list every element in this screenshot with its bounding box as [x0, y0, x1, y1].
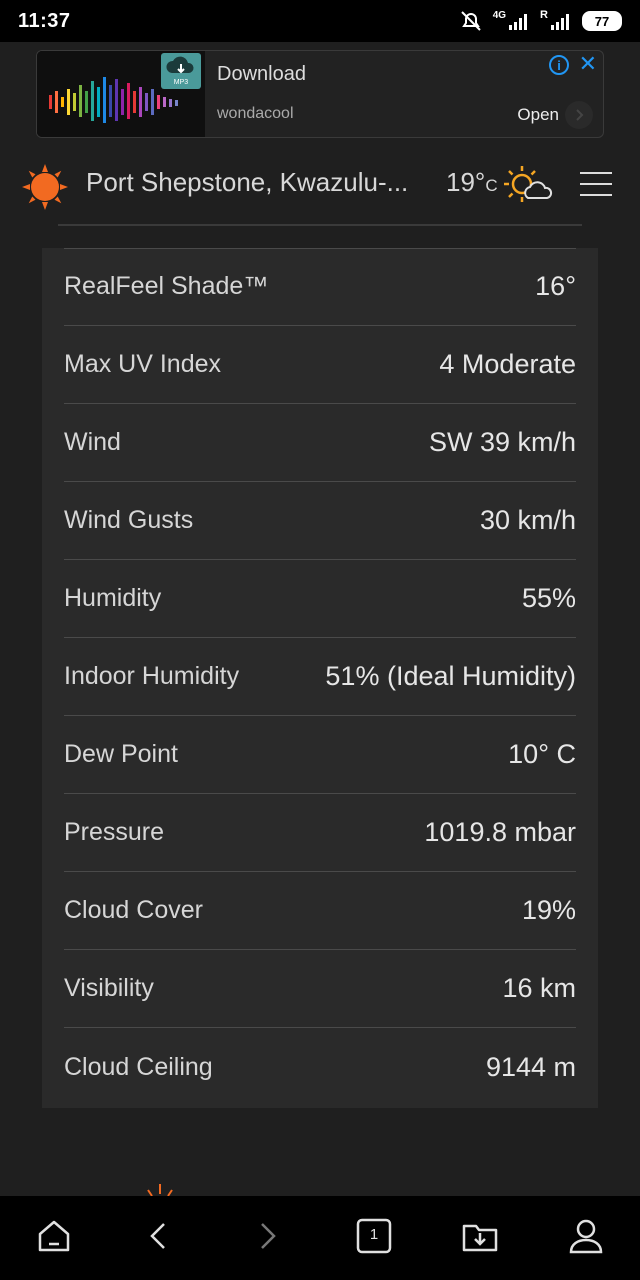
profile-icon[interactable]: [566, 1216, 606, 1256]
roaming-label: R: [540, 9, 548, 21]
tabs-button[interactable]: 1: [354, 1216, 394, 1256]
ad-info-glyph: i: [557, 57, 561, 73]
temperature-value: 19°: [446, 167, 486, 197]
location-name[interactable]: Port Shepstone, Kwazulu-...: [86, 167, 408, 198]
detail-row-realfeel-shade: RealFeel Shade™ 16°: [64, 248, 576, 326]
battery-level: 77: [594, 13, 610, 29]
alarm-off-icon: [460, 11, 481, 31]
ad-info-icon[interactable]: i: [549, 55, 569, 75]
header-divider: [58, 224, 582, 226]
ad-banner[interactable]: MP3 Download wondacool Open i ✕: [36, 50, 604, 138]
detail-label: Cloud Cover: [64, 896, 203, 924]
detail-row-indoor-humidity: Indoor Humidity 51% (Ideal Humidity): [64, 638, 576, 716]
browser-nav-bar: 1: [0, 1196, 640, 1280]
detail-row-pressure: Pressure 1019.8 mbar: [64, 794, 576, 872]
signal-icon-2: [551, 14, 569, 30]
ad-app-icon: MP3: [161, 53, 201, 89]
status-time: 11:37: [18, 9, 71, 32]
detail-value: 19%: [521, 895, 576, 925]
detail-value: 55%: [521, 583, 576, 613]
ad-open-button[interactable]: Open: [517, 105, 559, 125]
ad-app-icon-label: MP3: [174, 79, 189, 86]
detail-row-cloud-ceiling: Cloud Ceiling 9144 m: [64, 1028, 576, 1106]
detail-row-humidity: Humidity 55%: [64, 560, 576, 638]
detail-row-wind-gusts: Wind Gusts 30 km/h: [64, 482, 576, 560]
detail-label: Pressure: [64, 818, 165, 846]
detail-value: SW 39 km/h: [428, 427, 576, 457]
battery-indicator: 77: [582, 11, 622, 31]
detail-label: Indoor Humidity: [64, 662, 240, 690]
ad-title[interactable]: Download: [217, 63, 306, 86]
detail-label: Cloud Ceiling: [64, 1052, 213, 1081]
detail-value: 4 Moderate: [439, 349, 576, 379]
cloud-download-icon: MP3: [166, 56, 194, 86]
detail-row-wind: Wind SW 39 km/h: [64, 404, 576, 482]
current-temperature: 19°C: [446, 167, 498, 198]
back-icon[interactable]: [140, 1216, 180, 1256]
hamburger-menu-icon[interactable]: [580, 172, 612, 200]
detail-label: Wind: [64, 428, 121, 456]
signal-icon: [509, 14, 528, 30]
detail-value: 16 km: [502, 973, 576, 1003]
chevron-right-icon[interactable]: [565, 101, 593, 129]
home-icon[interactable]: [34, 1216, 74, 1256]
partly-cloudy-icon: [504, 166, 553, 202]
detail-row-visibility: Visibility 16 km: [64, 950, 576, 1028]
status-bar: 11:37 4G R 77: [0, 0, 640, 42]
forward-icon[interactable]: [246, 1216, 286, 1256]
detail-value: 51% (Ideal Humidity): [325, 661, 576, 691]
detail-row-dew-point: Dew Point 10° C: [64, 716, 576, 794]
detail-label: Max UV Index: [64, 350, 222, 378]
detail-value: 10° C: [508, 739, 576, 769]
temperature-unit: C: [485, 176, 498, 195]
detail-row-cloud-cover: Cloud Cover 19%: [64, 872, 576, 950]
detail-value: 30 km/h: [479, 505, 576, 535]
ad-advertiser: wondacool: [217, 105, 294, 122]
detail-label: Wind Gusts: [64, 506, 194, 534]
downloads-icon[interactable]: [460, 1216, 500, 1256]
ad-close-icon[interactable]: ✕: [579, 51, 597, 77]
detail-label: Dew Point: [64, 740, 178, 768]
current-details-panel: RealFeel Shade™ 16° Max UV Index 4 Moder…: [42, 248, 598, 1108]
detail-row-max-uv-index: Max UV Index 4 Moderate: [64, 326, 576, 404]
sun-logo-icon[interactable]: [20, 162, 70, 212]
detail-label: Visibility: [64, 974, 154, 1002]
detail-value: 1019.8 mbar: [424, 817, 576, 847]
detail-value: 9144 m: [485, 1051, 576, 1082]
app-header: Port Shepstone, Kwazulu-... 19°C: [0, 150, 640, 224]
detail-label: RealFeel Shade™: [64, 272, 269, 300]
detail-label: Humidity: [64, 584, 162, 612]
status-icons: 4G R 77: [459, 9, 622, 32]
detail-value: 16°: [535, 271, 576, 301]
network-type: 4G: [492, 9, 507, 21]
tab-count: 1: [369, 1226, 379, 1243]
